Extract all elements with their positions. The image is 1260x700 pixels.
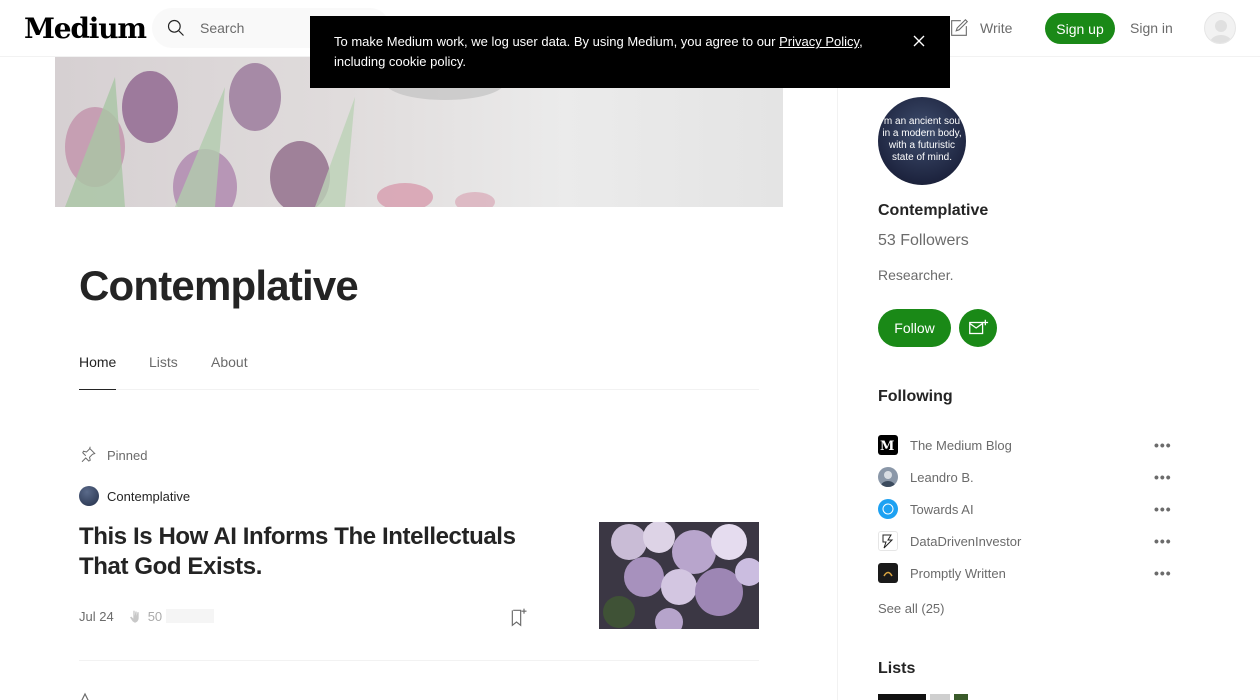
bio: Researcher. bbox=[878, 267, 954, 283]
pinned-text: Pinned bbox=[107, 447, 148, 463]
sign-in-link[interactable]: Sign in bbox=[1130, 20, 1173, 36]
article-title[interactable]: This Is How AI Informs The Intellectuals… bbox=[79, 522, 549, 582]
lists-heading: Lists bbox=[878, 660, 916, 677]
user-icon bbox=[1210, 20, 1232, 43]
list-thumbnail bbox=[954, 694, 968, 700]
tab-home[interactable]: Home bbox=[79, 354, 117, 390]
more-icon[interactable]: ••• bbox=[1154, 437, 1172, 453]
svg-text:M: M bbox=[880, 439, 894, 454]
sign-up-button[interactable]: Sign up bbox=[1045, 13, 1115, 44]
followers-count[interactable]: 53 Followers bbox=[878, 232, 969, 250]
mail-plus-icon bbox=[969, 319, 989, 335]
pinned-label: Pinned bbox=[79, 446, 147, 464]
article-thumbnail[interactable] bbox=[599, 522, 759, 629]
svg-text:in a modern body,: in a modern body, bbox=[882, 128, 961, 139]
following-item[interactable]: M The Medium Blog ••• bbox=[878, 429, 1178, 461]
leandro-avatar bbox=[878, 467, 898, 487]
following-name[interactable]: Leandro B. bbox=[910, 470, 974, 485]
pin-icon bbox=[81, 446, 96, 463]
article-meta: Jul 24 50 bbox=[79, 608, 215, 624]
avatar-quote-image: m an ancient sou in a modern body, with … bbox=[882, 116, 961, 163]
search-input[interactable]: Search bbox=[200, 20, 244, 36]
following-name[interactable]: DataDrivenInvestor bbox=[910, 534, 1021, 549]
following-heading: Following bbox=[878, 388, 953, 405]
follow-button[interactable]: Follow bbox=[878, 309, 951, 347]
profile-title: Contemplative bbox=[79, 262, 359, 309]
sidebar-divider bbox=[837, 57, 838, 700]
more-icon[interactable]: ••• bbox=[1154, 565, 1172, 581]
lilac-image bbox=[599, 522, 759, 629]
privacy-policy-link[interactable]: Privacy Policy bbox=[779, 34, 859, 49]
article-date: Jul 24 bbox=[79, 608, 114, 624]
following-name[interactable]: The Medium Blog bbox=[910, 438, 1012, 453]
publication-row[interactable]: Contemplative bbox=[79, 486, 190, 506]
following-list: M The Medium Blog ••• Leandro B. ••• Tow… bbox=[878, 429, 1178, 589]
tab-about[interactable]: About bbox=[211, 354, 248, 390]
clap-placeholder bbox=[166, 609, 215, 623]
divider bbox=[79, 660, 759, 661]
see-all-following-link[interactable]: See all (25) bbox=[878, 601, 944, 616]
write-label: Write bbox=[980, 20, 1013, 36]
medium-logo[interactable]: Medium bbox=[24, 12, 147, 45]
promptly-written-icon bbox=[878, 563, 898, 583]
search-icon bbox=[167, 19, 184, 36]
profile-avatar[interactable]: m an ancient sou in a modern body, with … bbox=[878, 97, 966, 185]
sidebar-name[interactable]: Contemplative bbox=[878, 202, 988, 220]
list-thumbnail bbox=[930, 694, 950, 700]
write-button[interactable]: Write bbox=[948, 17, 1012, 39]
svg-text:m an ancient sou: m an ancient sou bbox=[884, 116, 960, 127]
svg-text:state of mind.: state of mind. bbox=[892, 152, 952, 163]
following-item[interactable]: Promptly Written ••• bbox=[878, 557, 1178, 589]
following-item[interactable]: Towards AI ••• bbox=[878, 493, 1178, 525]
clap-icon bbox=[129, 610, 139, 623]
profile-tabs: Home Lists About bbox=[79, 354, 759, 390]
more-icon[interactable]: ••• bbox=[1154, 533, 1172, 549]
svg-text:with a futuristic: with a futuristic bbox=[888, 140, 955, 151]
list-preview[interactable] bbox=[878, 694, 978, 700]
list-thumbnail bbox=[878, 694, 926, 700]
cookie-text: To make Medium work, we log user data. B… bbox=[334, 34, 780, 49]
pin-icon bbox=[81, 692, 89, 700]
following-item[interactable]: Leandro B. ••• bbox=[878, 461, 1178, 493]
publication-avatar bbox=[79, 486, 99, 506]
claps: 50 bbox=[128, 608, 215, 624]
following-name[interactable]: Promptly Written bbox=[910, 566, 1006, 581]
towards-ai-icon bbox=[878, 499, 898, 519]
more-icon[interactable]: ••• bbox=[1154, 469, 1172, 485]
more-icon[interactable]: ••• bbox=[1154, 501, 1172, 517]
bookmark-add-icon[interactable] bbox=[509, 606, 529, 628]
following-name[interactable]: Towards AI bbox=[910, 502, 974, 517]
write-icon bbox=[951, 18, 969, 36]
publication-name[interactable]: Contemplative bbox=[107, 489, 190, 504]
subscribe-button[interactable] bbox=[959, 309, 997, 347]
following-item[interactable]: DataDrivenInvestor ••• bbox=[878, 525, 1178, 557]
user-avatar[interactable] bbox=[1204, 12, 1236, 44]
tab-lists[interactable]: Lists bbox=[149, 354, 178, 390]
ddi-icon bbox=[878, 531, 898, 551]
medium-blog-icon: M bbox=[878, 435, 898, 455]
cookie-banner: To make Medium work, we log user data. B… bbox=[310, 16, 950, 88]
close-icon[interactable] bbox=[912, 34, 926, 48]
clap-count: 50 bbox=[147, 608, 163, 624]
